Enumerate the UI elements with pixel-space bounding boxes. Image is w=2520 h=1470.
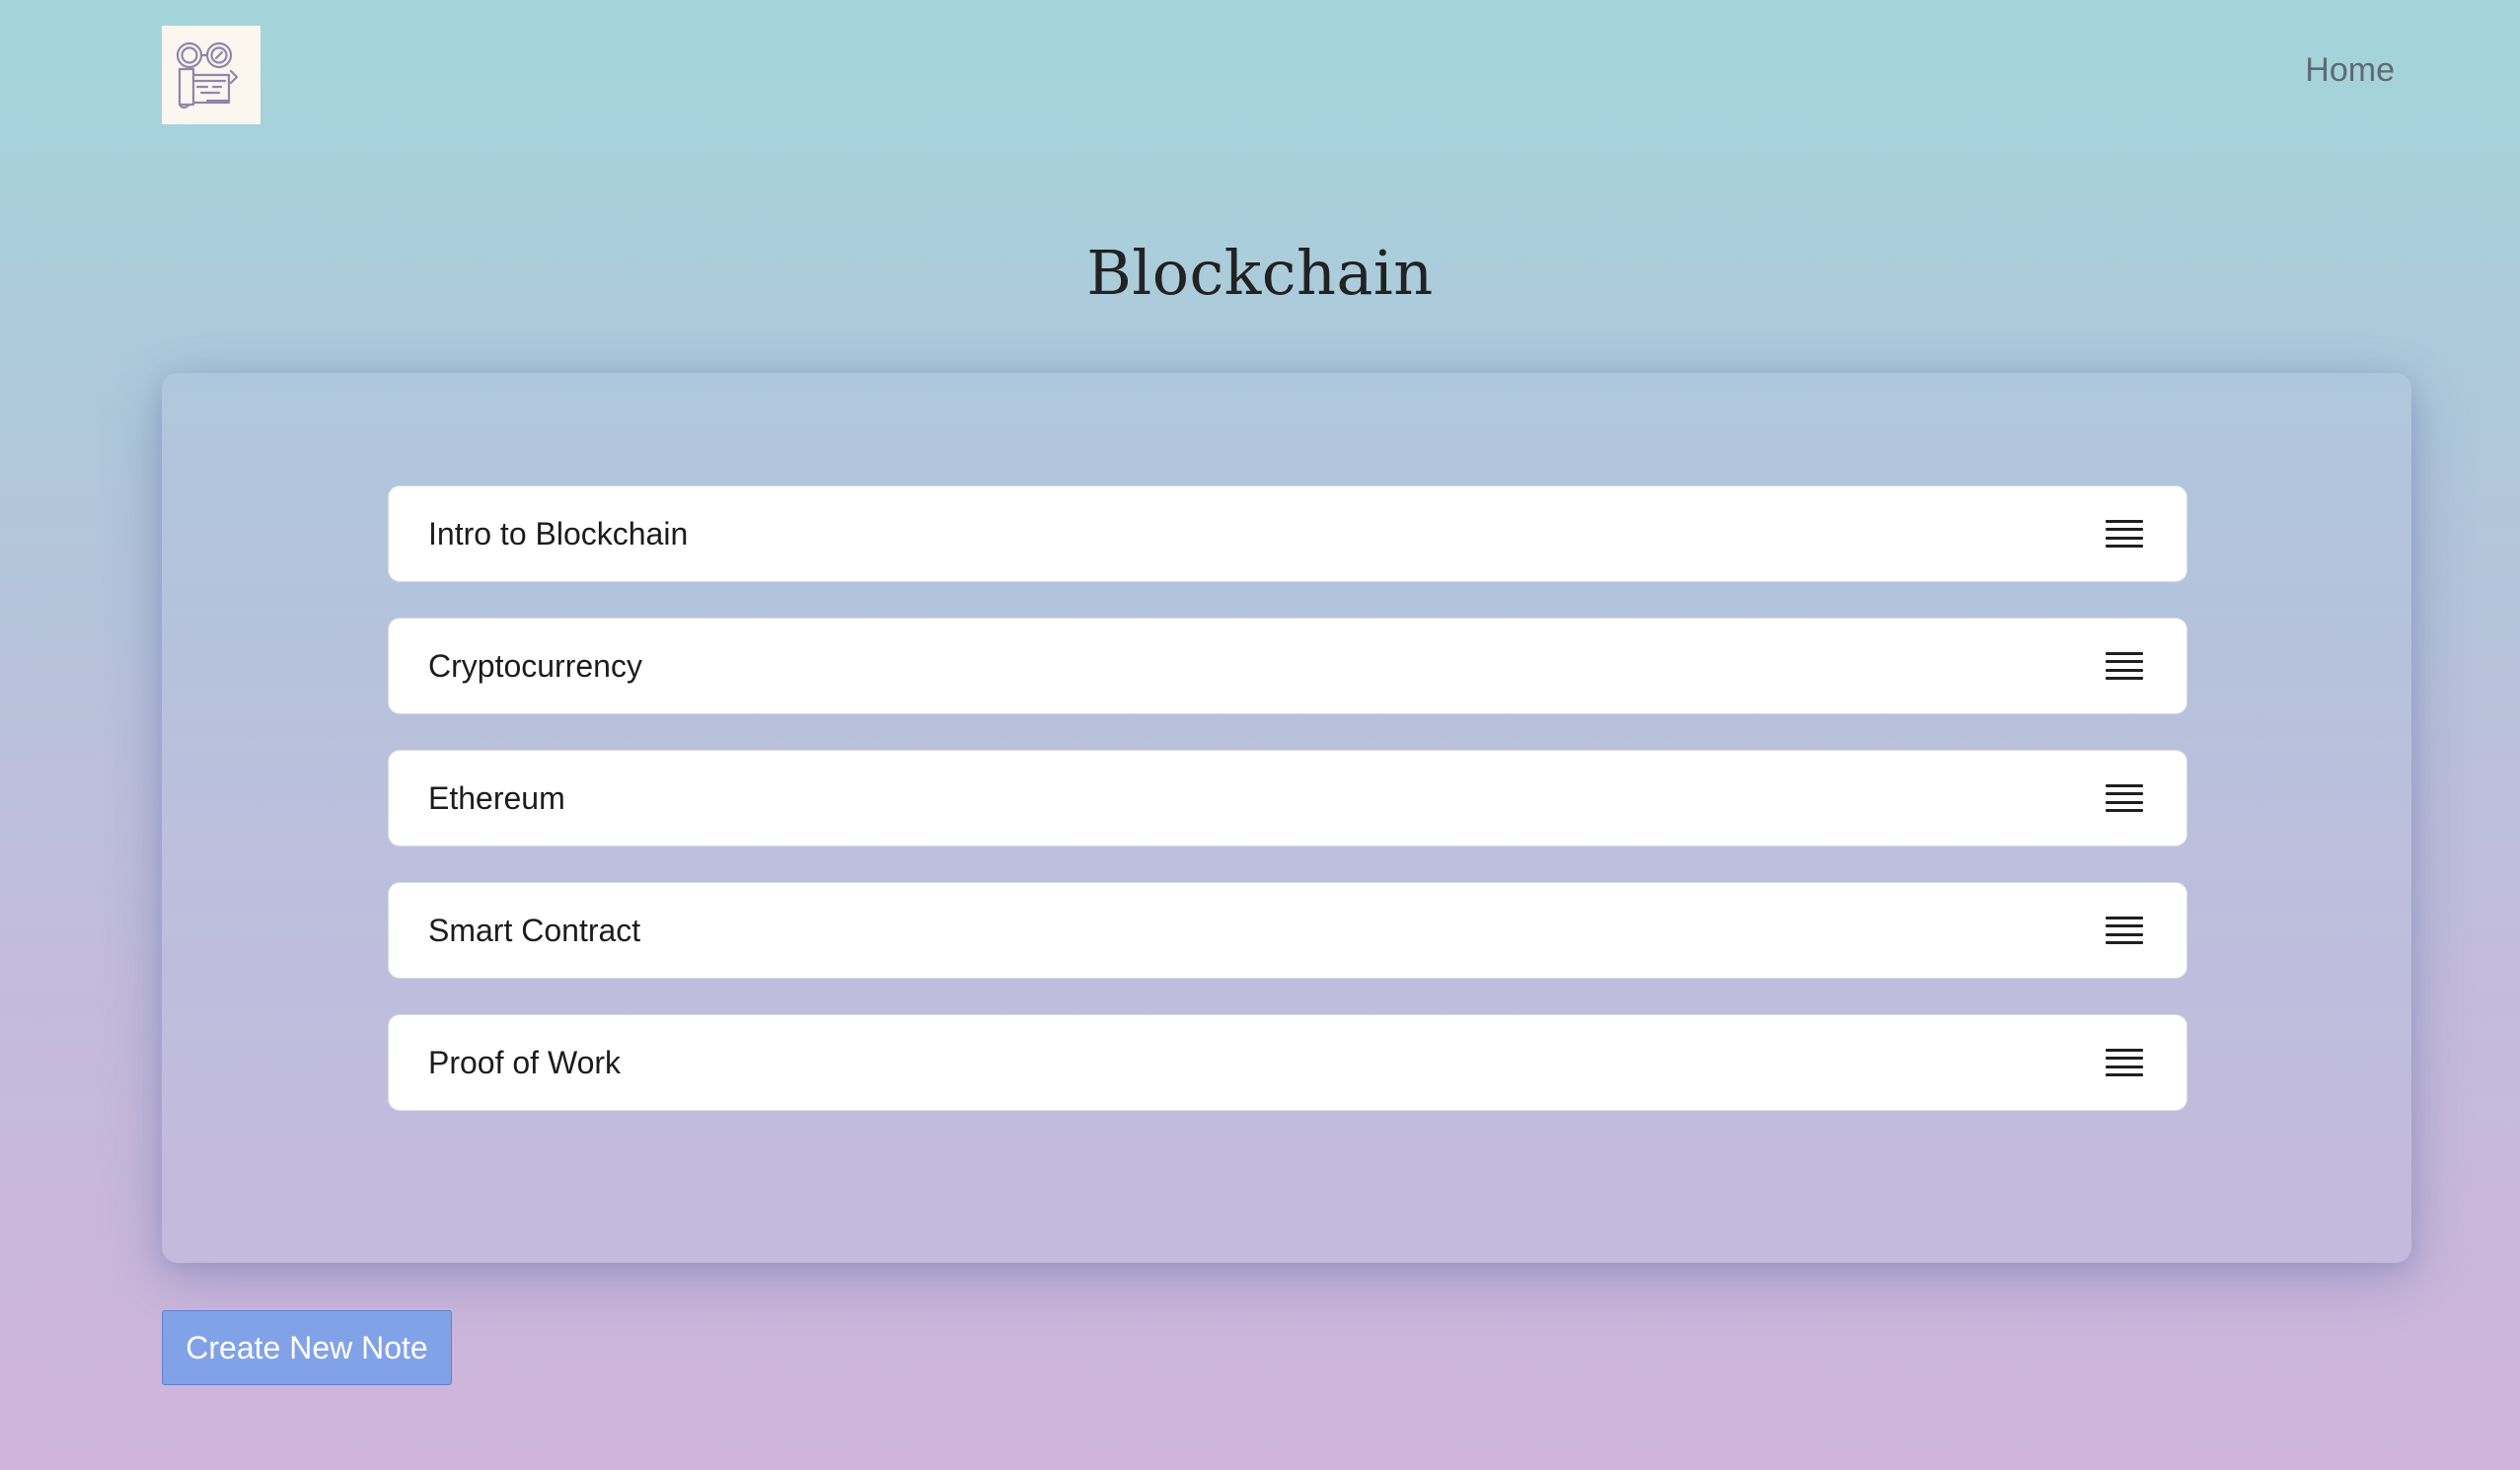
note-title: Ethereum xyxy=(428,779,565,816)
notes-panel: Intro to Blockchain Cryptocurrency Ether… xyxy=(162,373,2411,1263)
note-title: Intro to Blockchain xyxy=(428,515,689,551)
notes-list: Intro to Blockchain Cryptocurrency Ether… xyxy=(388,485,2187,1111)
note-title: Proof of Work xyxy=(428,1044,622,1080)
hamburger-menu-icon[interactable] xyxy=(2106,784,2143,812)
note-item[interactable]: Smart Contract xyxy=(388,882,2187,979)
hamburger-menu-icon[interactable] xyxy=(2106,1049,2143,1076)
note-item[interactable]: Ethereum xyxy=(388,750,2187,846)
create-new-note-button[interactable]: Create New Note xyxy=(162,1310,452,1385)
note-title: Cryptocurrency xyxy=(428,647,642,684)
logo[interactable] xyxy=(162,26,260,124)
note-item[interactable]: Cryptocurrency xyxy=(388,618,2187,714)
nav-home-link[interactable]: Home xyxy=(2305,51,2395,90)
hamburger-menu-icon[interactable] xyxy=(2106,917,2143,944)
hamburger-menu-icon[interactable] xyxy=(2106,652,2143,680)
hamburger-menu-icon[interactable] xyxy=(2106,520,2143,548)
note-title: Smart Contract xyxy=(428,912,641,948)
books-magnifier-logo-icon xyxy=(176,41,239,110)
note-item[interactable]: Proof of Work xyxy=(388,1014,2187,1111)
page-title: Blockchain xyxy=(1086,237,1434,309)
note-item[interactable]: Intro to Blockchain xyxy=(388,485,2187,582)
